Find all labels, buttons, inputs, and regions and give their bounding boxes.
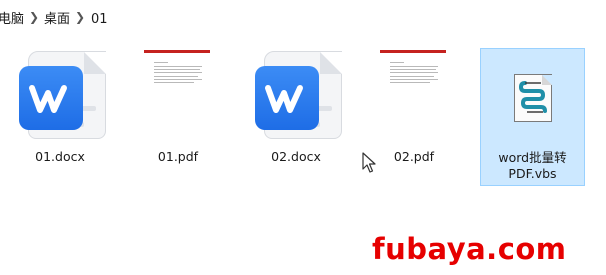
pdf-text-line	[154, 79, 202, 80]
address-bar[interactable]: 电脑 ❯ 桌面 ❯ 01	[0, 0, 606, 38]
wps-writer-icon	[19, 66, 83, 130]
pdf-text-line	[390, 79, 438, 80]
chevron-right-icon[interactable]: ❯	[75, 10, 85, 24]
file-tile-01-docx[interactable]: 01.docx	[8, 48, 112, 186]
pdf-text-line	[390, 62, 404, 63]
pdf-thumbnail	[380, 50, 446, 110]
file-name: 02.docx	[271, 149, 321, 164]
pdf-text-line	[154, 82, 194, 83]
pdf-thumbnail	[144, 50, 210, 110]
pdf-text-line	[390, 82, 430, 83]
file-tile-vbs-script[interactable]: word批量转 PDF.vbs	[480, 48, 585, 186]
mouse-cursor-icon	[362, 152, 376, 178]
page-fold	[542, 75, 552, 85]
page-fold	[320, 52, 342, 74]
pdf-text-line	[154, 62, 168, 63]
chevron-right-icon[interactable]: ❯	[29, 10, 39, 24]
w-letter-icon	[265, 85, 303, 113]
pdf-text-line	[390, 72, 438, 73]
file-tile-02-pdf[interactable]: 02.pdf	[362, 48, 466, 186]
pdf-text-line	[154, 72, 202, 73]
file-tile-01-pdf[interactable]: 01.pdf	[126, 48, 230, 186]
pdf-header-bar	[144, 50, 210, 53]
page-fold	[84, 52, 106, 74]
file-tile-02-docx[interactable]: 02.docx	[244, 48, 348, 186]
pdf-text-line	[390, 66, 438, 67]
breadcrumb-item-desktop[interactable]: 桌面	[44, 11, 70, 29]
file-name-line-2: PDF.vbs	[508, 166, 557, 181]
file-name: 02.pdf	[393, 149, 435, 164]
pdf-text-line	[154, 66, 202, 67]
watermark-text: fubaya.com	[372, 232, 567, 266]
pdf-text-line	[154, 69, 200, 70]
pdf-text-line	[390, 69, 436, 70]
w-letter-icon	[29, 85, 67, 113]
pdf-text-line	[390, 76, 434, 77]
file-name-line-1: word批量转	[498, 150, 567, 165]
file-name: 01.docx	[35, 149, 85, 164]
pdf-text-line	[154, 76, 198, 77]
pdf-header-bar	[380, 50, 446, 53]
file-name: 01.pdf	[157, 149, 199, 164]
wps-writer-icon	[255, 66, 319, 130]
breadcrumb-item-folder[interactable]: 01	[91, 11, 108, 29]
breadcrumb-item-computer[interactable]: 电脑	[0, 11, 24, 29]
